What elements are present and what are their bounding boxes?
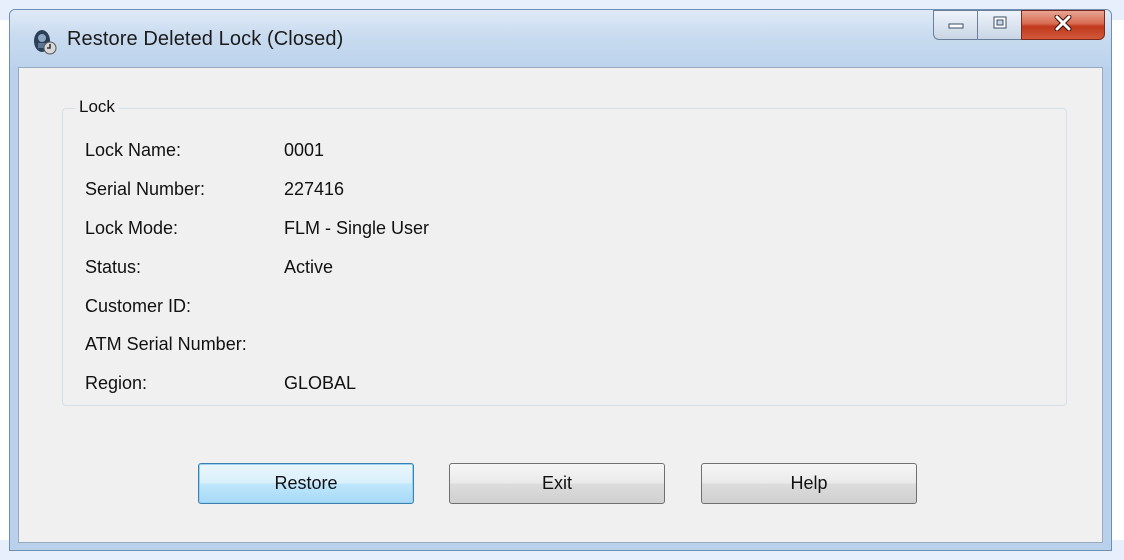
field-value: GLOBAL [284, 373, 357, 393]
field-label: Serial Number: [85, 179, 206, 199]
field-value: Active [284, 257, 334, 277]
dialog-body: Lock Lock Name: 0001 Serial Number: 2274… [18, 67, 1103, 543]
maximize-button[interactable] [977, 10, 1021, 40]
restore-button[interactable]: Restore [198, 463, 414, 504]
help-button[interactable]: Help [701, 463, 917, 504]
lock-groupbox: Lock Lock Name: 0001 Serial Number: 2274… [62, 97, 1067, 406]
minimize-icon [947, 16, 965, 35]
field-label: ATM Serial Number: [85, 334, 247, 354]
window-title: Restore Deleted Lock (Closed) [67, 28, 344, 50]
close-icon [1053, 14, 1073, 36]
dialog-window: Restore Deleted Lock (Closed) Lock Lock … [9, 9, 1112, 551]
close-button[interactable] [1021, 10, 1105, 40]
lock-app-icon [30, 27, 58, 55]
maximize-icon [991, 15, 1009, 36]
field-label: Lock Name: [85, 140, 182, 160]
field-label: Status: [85, 257, 142, 277]
groupbox-legend: Lock [75, 97, 119, 117]
title-bar[interactable]: Restore Deleted Lock (Closed) [10, 10, 1111, 67]
field-label: Lock Mode: [85, 218, 179, 238]
exit-button[interactable]: Exit [449, 463, 665, 504]
field-label: Customer ID: [85, 296, 192, 316]
field-value: 0001 [284, 140, 325, 160]
minimize-button[interactable] [933, 10, 977, 40]
field-value: 227416 [284, 179, 345, 199]
caption-buttons [933, 10, 1105, 40]
field-value: FLM - Single User [284, 218, 430, 238]
field-label: Region: [85, 373, 148, 393]
